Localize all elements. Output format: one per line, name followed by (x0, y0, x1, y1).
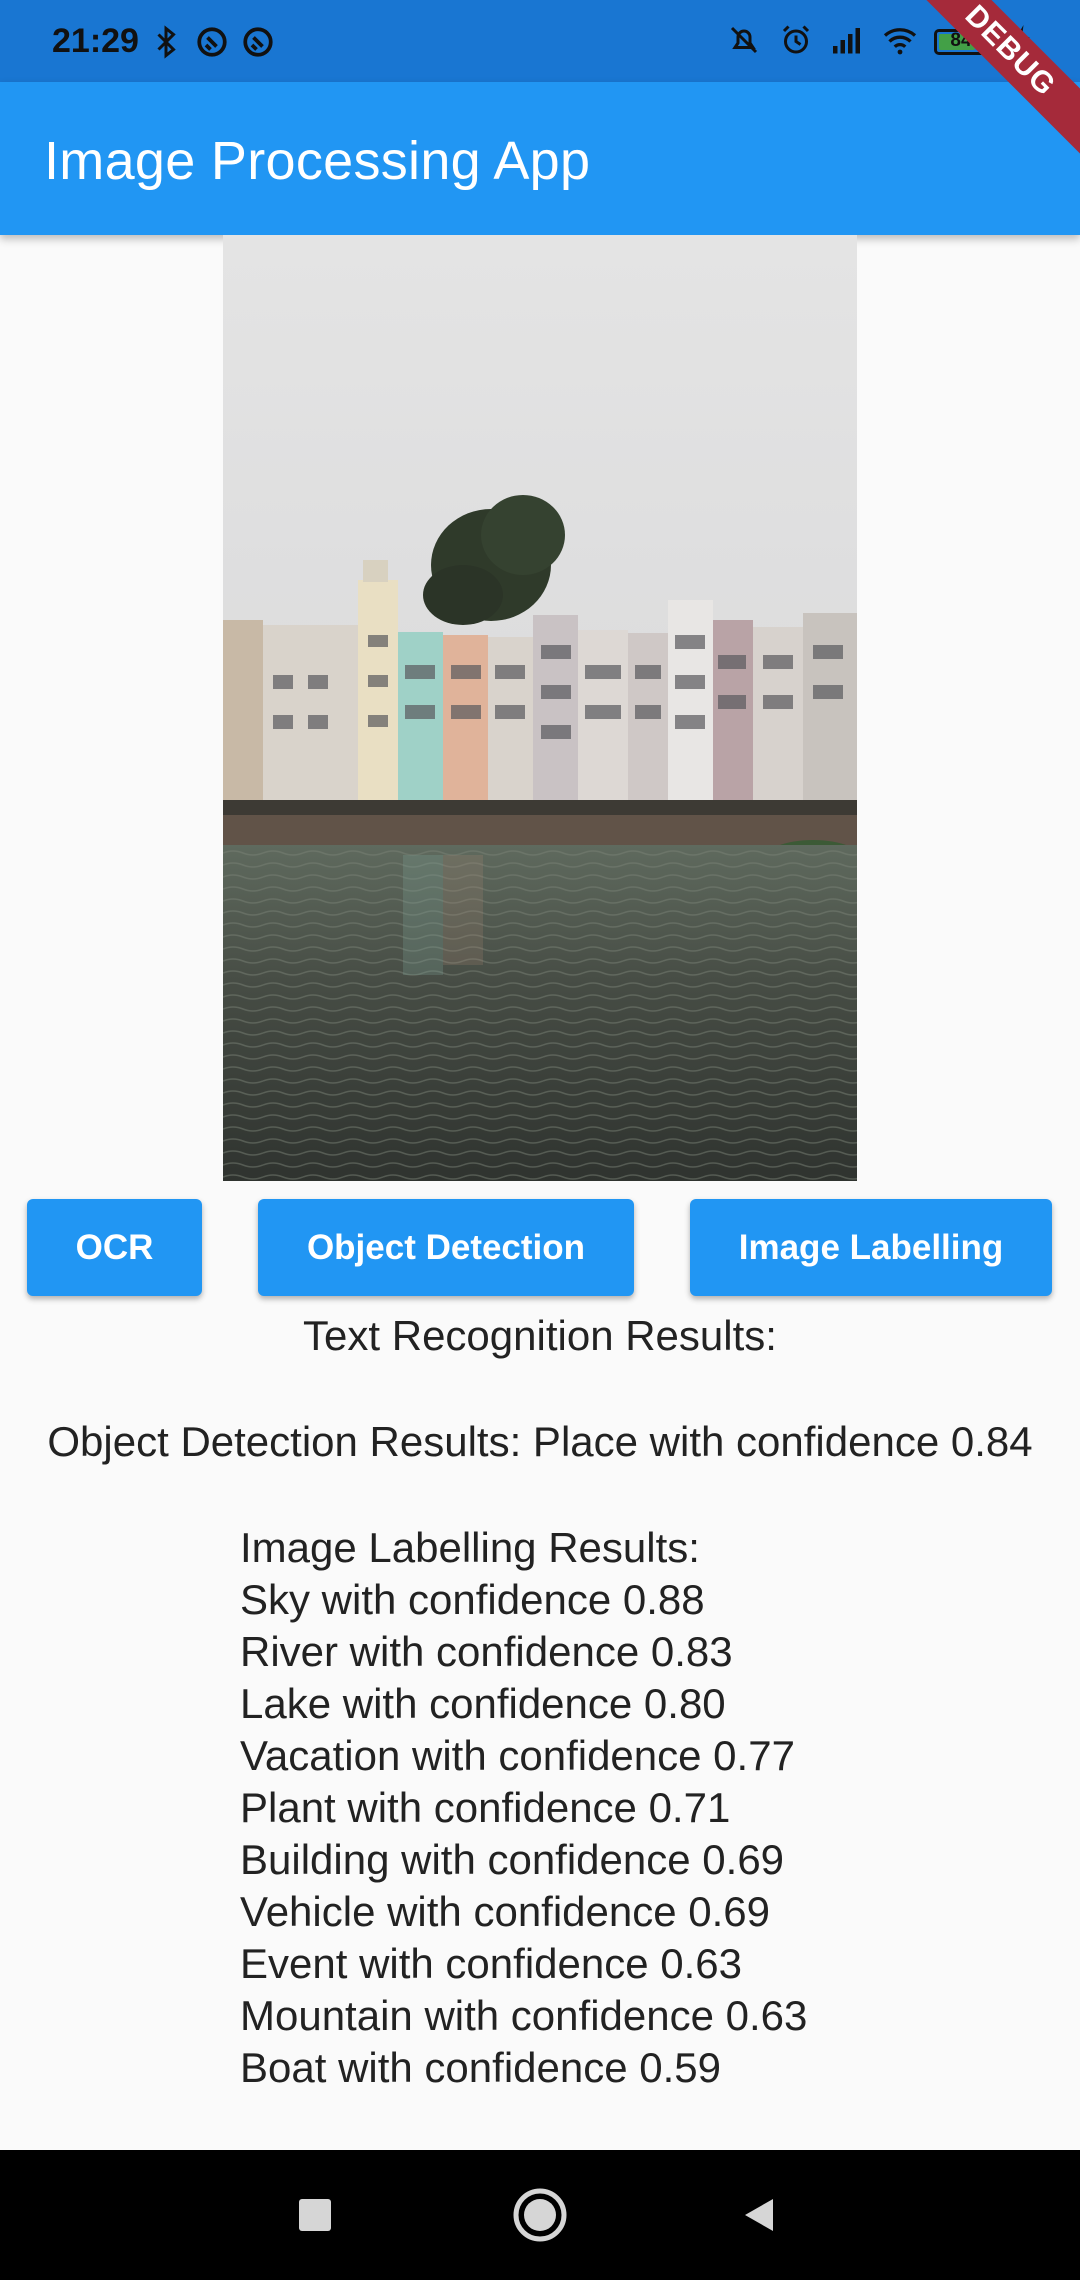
alarm-icon (782, 25, 810, 54)
label-result: Event with confidence 0.63 (240, 1940, 742, 1987)
object-detection-button[interactable]: Object Detection (258, 1199, 634, 1296)
status-bar: 21:29 84 (0, 0, 1080, 82)
home-icon[interactable] (507, 2182, 573, 2248)
wifi-icon (883, 28, 917, 55)
recents-icon[interactable] (282, 2182, 348, 2248)
selected-image (223, 235, 857, 1181)
mute-icon (730, 26, 758, 54)
sync-icon (243, 27, 273, 57)
sync-icon (197, 27, 227, 57)
back-icon[interactable] (726, 2182, 792, 2248)
image-labelling-results: Image Labelling Results: Sky with confid… (240, 1522, 807, 2094)
page-title: Image Processing App (44, 131, 591, 191)
ocr-button[interactable]: OCR (27, 1199, 202, 1296)
label-result: Vehicle with confidence 0.69 (240, 1888, 771, 1935)
text-recognition-results: Text Recognition Results: (303, 1312, 777, 1359)
status-time: 21:29 (52, 22, 139, 60)
label-result: Lake with confidence 0.80 (240, 1680, 726, 1727)
label-result: Vacation with confidence 0.77 (240, 1732, 795, 1779)
image-labelling-button[interactable]: Image Labelling (690, 1199, 1052, 1296)
status-left-icons (148, 24, 276, 60)
label-result: Plant with confidence 0.71 (240, 1784, 731, 1831)
signal-icon (833, 28, 860, 54)
photo-illustration (223, 235, 857, 1181)
label-result: Mountain with confidence 0.63 (240, 1992, 808, 2039)
label-result: Boat with confidence 0.59 (240, 2044, 721, 2091)
image-labelling-header: Image Labelling Results: (240, 1524, 700, 1571)
app-bar: Image Processing App (0, 82, 1080, 235)
bluetooth-icon (157, 25, 176, 59)
navigation-bar (0, 2150, 1080, 2280)
label-result: Building with confidence 0.69 (240, 1836, 785, 1883)
label-result: Sky with confidence 0.88 (240, 1576, 705, 1623)
object-detection-results: Object Detection Results: Place with con… (47, 1418, 1033, 1465)
label-result: River with confidence 0.83 (240, 1628, 733, 1675)
